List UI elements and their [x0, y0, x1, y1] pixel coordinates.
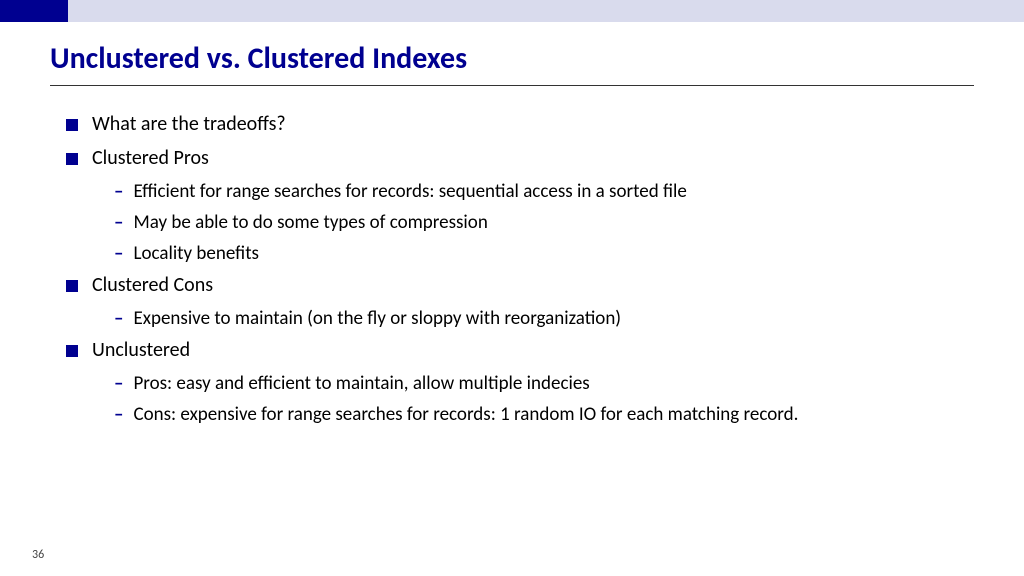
- bullet-item: Clustered Cons: [66, 273, 974, 297]
- sub-text: Expensive to maintain (on the fly or slo…: [133, 307, 621, 330]
- bullet-text: Clustered Cons: [92, 273, 213, 297]
- header-bar: [0, 0, 1024, 22]
- square-bullet-icon: [66, 345, 78, 357]
- slide-title: Unclustered vs. Clustered Indexes: [50, 40, 974, 86]
- bullet-text: What are the tradeoffs?: [92, 112, 286, 136]
- sub-text: Efficient for range searches for records…: [133, 180, 686, 203]
- square-bullet-icon: [66, 280, 78, 292]
- dash-icon: –: [114, 307, 123, 330]
- dash-icon: –: [114, 403, 123, 426]
- square-bullet-icon: [66, 153, 78, 165]
- dash-icon: –: [114, 372, 123, 395]
- bullet-item: What are the tradeoffs?: [66, 112, 974, 136]
- sub-item: – Pros: easy and efficient to maintain, …: [114, 372, 974, 395]
- bullet-text: Clustered Pros: [92, 146, 209, 170]
- bullet-list: What are the tradeoffs? Clustered Pros –…: [50, 112, 974, 426]
- dash-icon: –: [114, 242, 123, 265]
- sub-text: Locality benefits: [133, 242, 259, 265]
- sub-item: – Expensive to maintain (on the fly or s…: [114, 307, 974, 330]
- bullet-text: Unclustered: [92, 338, 190, 362]
- sub-text: May be able to do some types of compress…: [133, 211, 487, 234]
- sub-item: – Cons: expensive for range searches for…: [114, 403, 974, 426]
- bullet-item: Unclustered: [66, 338, 974, 362]
- sub-text: Cons: expensive for range searches for r…: [133, 403, 798, 426]
- sub-list: – Pros: easy and efficient to maintain, …: [66, 372, 974, 426]
- sub-text: Pros: easy and efficient to maintain, al…: [133, 372, 589, 395]
- sub-list: – Efficient for range searches for recor…: [66, 180, 974, 265]
- sub-item: – Locality benefits: [114, 242, 974, 265]
- page-number: 36: [32, 548, 44, 562]
- dash-icon: –: [114, 180, 123, 203]
- dash-icon: –: [114, 211, 123, 234]
- sub-list: – Expensive to maintain (on the fly or s…: [66, 307, 974, 330]
- square-bullet-icon: [66, 119, 78, 131]
- slide-content: Unclustered vs. Clustered Indexes What a…: [0, 22, 1024, 426]
- sub-item: – Efficient for range searches for recor…: [114, 180, 974, 203]
- header-accent: [0, 0, 68, 22]
- sub-item: – May be able to do some types of compre…: [114, 211, 974, 234]
- bullet-item: Clustered Pros: [66, 146, 974, 170]
